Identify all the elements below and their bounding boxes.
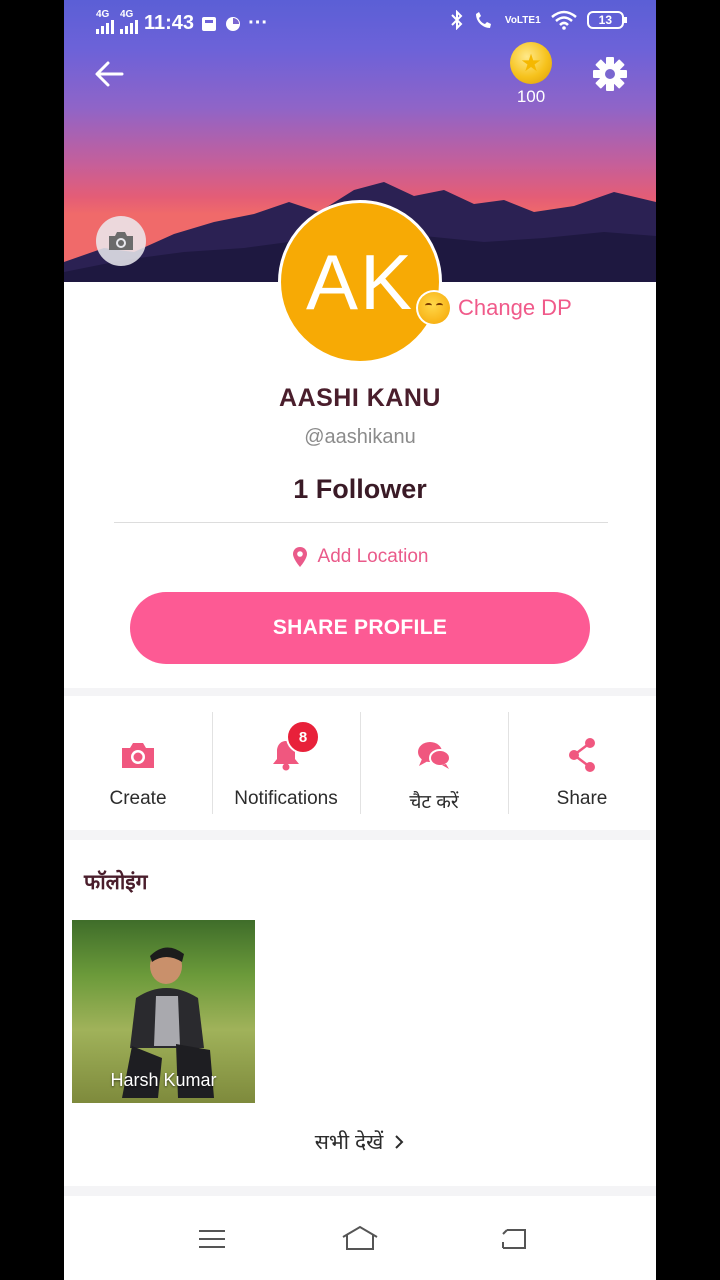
chevron-right-icon xyxy=(395,1135,404,1149)
network-indicator-2: 4G xyxy=(120,10,138,37)
coin-icon[interactable]: ★ xyxy=(510,42,552,84)
avatar[interactable]: AK xyxy=(278,200,442,364)
share-label: Share xyxy=(556,788,608,809)
location-pin-icon xyxy=(292,547,307,567)
camera-icon xyxy=(109,232,133,250)
settings-button[interactable] xyxy=(590,54,630,94)
arrow-left-icon xyxy=(95,61,124,87)
create-action[interactable]: Create xyxy=(64,696,212,830)
actions-row: Create 8 Notifications चैट करें Share xyxy=(64,696,656,830)
system-nav-bar xyxy=(64,1196,656,1280)
wifi-calling-icon xyxy=(475,12,491,28)
notifications-action[interactable]: 8 Notifications xyxy=(212,696,360,830)
sim-card-icon xyxy=(202,16,217,31)
home-button[interactable] xyxy=(338,1222,382,1256)
chat-action[interactable]: चैट करें xyxy=(360,696,508,830)
gear-icon xyxy=(593,57,627,91)
following-card[interactable]: Harsh Kumar xyxy=(72,920,255,1103)
profile-screen: 4G 4G 11:43 ··· VoLTE1 13 ★ 100 AK Chang… xyxy=(64,0,656,1280)
chat-label: चैट करें xyxy=(409,792,459,813)
network1-label: 4G xyxy=(96,9,110,20)
back-nav-button[interactable] xyxy=(492,1222,536,1256)
change-cover-button[interactable] xyxy=(96,216,146,266)
divider xyxy=(114,522,608,523)
back-icon xyxy=(502,1229,526,1249)
app-notification-icon xyxy=(226,16,241,31)
share-profile-button[interactable]: SHARE PROFILE xyxy=(130,592,590,664)
profile-handle: @aashikanu xyxy=(304,426,416,448)
following-section: फॉलोइंग Harsh Kumar सभी देखें xyxy=(64,840,656,1186)
kissing-emoji-icon xyxy=(416,290,452,326)
create-label: Create xyxy=(109,788,167,809)
change-dp-label: Change DP xyxy=(458,295,572,320)
menu-button[interactable] xyxy=(190,1222,234,1256)
share-icon xyxy=(569,738,595,772)
back-button[interactable] xyxy=(92,56,128,92)
more-notifications: ··· xyxy=(248,12,269,34)
clock: 11:43 xyxy=(144,12,195,34)
following-name: Harsh Kumar xyxy=(110,1070,217,1090)
battery-indicator: 13 xyxy=(586,11,628,29)
network-indicator-1: 4G xyxy=(96,10,114,37)
following-title: फॉलोइंग xyxy=(84,871,148,894)
coin-count: 100 xyxy=(516,87,546,106)
add-location-label: Add Location xyxy=(317,546,429,567)
menu-icon xyxy=(199,1230,225,1248)
home-icon xyxy=(342,1225,378,1250)
network2-label: 4G xyxy=(120,9,134,20)
notifications-label: Notifications xyxy=(234,788,338,809)
chat-icon xyxy=(418,742,451,769)
volte-indicator: VoLTE1 xyxy=(504,14,541,26)
add-location-button[interactable]: Add Location xyxy=(64,546,656,568)
status-bar: 4G 4G 11:43 ··· VoLTE1 13 xyxy=(64,0,656,44)
bluetooth-icon xyxy=(451,10,463,30)
share-action[interactable]: Share xyxy=(508,696,656,830)
profile-name: AASHI KANU xyxy=(279,384,441,412)
see-all-button[interactable]: सभी देखें xyxy=(64,1128,656,1156)
notification-badge: 8 xyxy=(286,720,320,754)
change-dp-button[interactable]: Change DP xyxy=(416,290,572,326)
followers-count[interactable]: 1 Follower xyxy=(64,474,656,505)
wifi-icon xyxy=(550,10,577,30)
camera-icon xyxy=(122,743,154,768)
see-all-label: सभी देखें xyxy=(314,1131,384,1154)
